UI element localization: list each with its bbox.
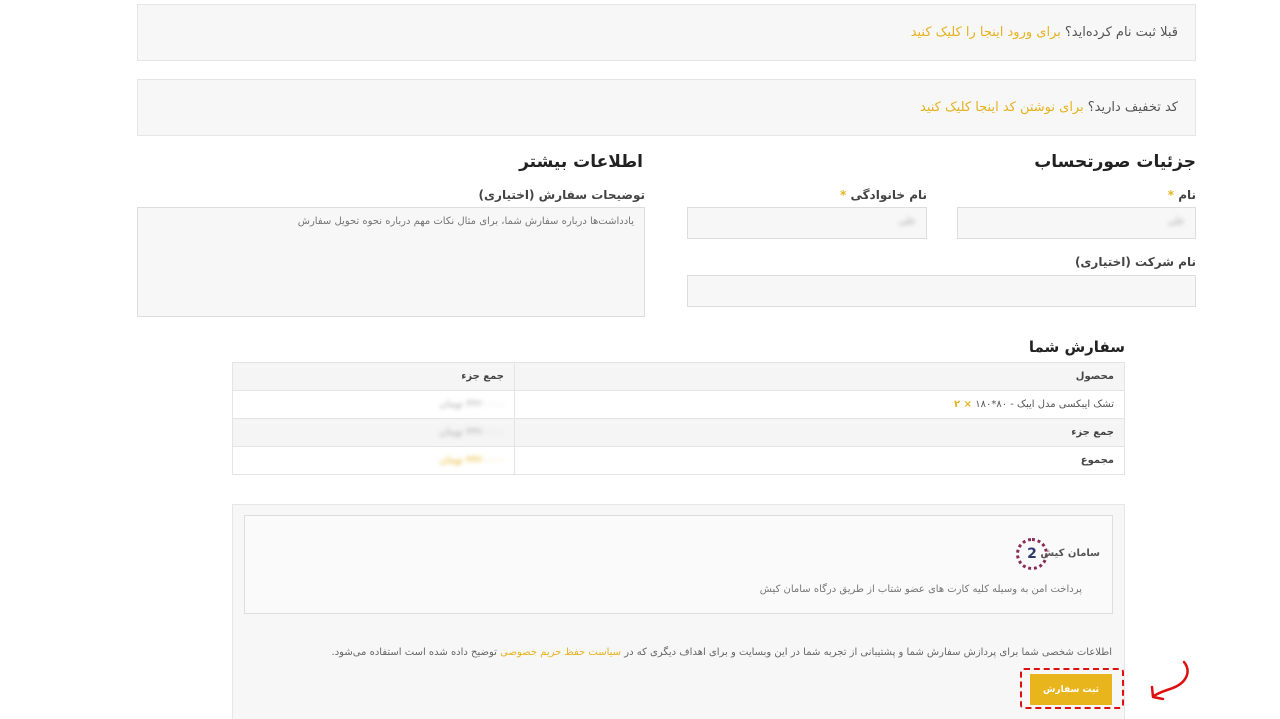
privacy-notice: اطلاعات شخصی شما برای پردازش سفارش شما و…	[332, 647, 1112, 658]
order-table: محصول جمع جزء تشک ایبکسی مدل ایبک - ۸۰*۱…	[232, 362, 1125, 475]
last-name-field[interactable]: علی	[687, 207, 927, 239]
table-row: مجموع ۴۴۲۰۰۰۰ تومان	[232, 446, 1125, 475]
subtotal-header: جمع جزء	[232, 362, 515, 391]
order-notes-label: توضیحات سفارش (اختیاری)	[478, 188, 645, 202]
last-name-value: علی	[898, 216, 916, 227]
order-item-qty: × ۲	[954, 399, 973, 410]
order-item-price-cell: ۴۴۲۰۰۰۰ تومان	[232, 390, 515, 419]
order-item-cell: تشک ایبکسی مدل ایبک - ۸۰*۱۸۰ × ۲	[514, 390, 1125, 419]
company-label: نام شرکت (اختیاری)	[1074, 255, 1196, 269]
first-name-value: علی	[1167, 216, 1185, 227]
coupon-notice: کد تخفیف دارید؟ برای نوشتن کد اینجا کلیک…	[137, 79, 1196, 136]
order-item-price: ۴۴۲۰۰۰۰ تومان	[439, 399, 504, 410]
coupon-link[interactable]: برای نوشتن کد اینجا کلیک کنید	[920, 100, 1084, 115]
total-value: ۴۴۲۰۰۰۰ تومان	[439, 455, 504, 466]
required-mark: *	[1167, 188, 1174, 202]
submit-highlight: ثبت سفارش	[1020, 668, 1124, 709]
login-notice-text: قبلا ثبت نام کرده‌اید؟	[1064, 25, 1178, 40]
additional-info-title: اطلاعات بیشتر	[519, 152, 643, 172]
privacy-policy-link[interactable]: سیاست حفظ حریم خصوصی	[500, 647, 621, 658]
order-notes-textarea[interactable]	[137, 207, 645, 317]
company-field[interactable]	[687, 275, 1196, 307]
order-title: سفارش شما	[1028, 338, 1125, 356]
saman-kish-logo-glyph: 2	[1027, 546, 1037, 562]
table-row: محصول جمع جزء	[232, 362, 1125, 391]
table-row: جمع جزء ۴۴۲۰۰۰۰ تومان	[232, 418, 1125, 447]
login-notice: قبلا ثبت نام کرده‌اید؟ برای ورود اینجا ر…	[137, 4, 1196, 61]
subtotal-label: جمع جزء	[514, 418, 1125, 447]
subtotal-value-cell: ۴۴۲۰۰۰۰ تومان	[232, 418, 515, 447]
login-link[interactable]: برای ورود اینجا را کلیک کنید	[911, 25, 1061, 40]
payment-gateway-option[interactable]: 2 سامان کیش پرداخت امن به وسیله کلیه کار…	[244, 515, 1113, 614]
last-name-label: نام خانوادگی *	[840, 188, 927, 202]
curved-arrow-icon	[1150, 660, 1189, 701]
billing-title: جزئیات صورتحساب	[1034, 152, 1196, 172]
last-name-label-text: نام خانوادگی	[850, 188, 927, 202]
coupon-notice-text: کد تخفیف دارید؟	[1087, 100, 1178, 115]
order-item-name: تشک ایبکسی مدل ایبک - ۸۰*۱۸۰	[975, 399, 1114, 410]
privacy-text-2: توضیح داده شده است استفاده می‌شود.	[331, 647, 497, 658]
subtotal-value: ۴۴۲۰۰۰۰ تومان	[439, 427, 504, 438]
product-header: محصول	[514, 362, 1125, 391]
first-name-label: نام *	[1168, 188, 1196, 202]
total-label: مجموع	[514, 446, 1125, 475]
first-name-label-text: نام	[1178, 188, 1196, 202]
table-row: تشک ایبکسی مدل ایبک - ۸۰*۱۸۰ × ۲ ۴۴۲۰۰۰۰…	[232, 390, 1125, 419]
required-mark: *	[839, 188, 847, 202]
place-order-button[interactable]: ثبت سفارش	[1030, 674, 1112, 705]
privacy-text-1: اطلاعات شخصی شما برای پردازش سفارش شما و…	[624, 647, 1112, 658]
payment-box: 2 سامان کیش پرداخت امن به وسیله کلیه کار…	[232, 504, 1125, 719]
gateway-description: پرداخت امن به وسیله کلیه کارت های عضو شت…	[759, 584, 1082, 595]
first-name-field[interactable]: علی	[957, 207, 1196, 239]
total-value-cell: ۴۴۲۰۰۰۰ تومان	[232, 446, 515, 475]
gateway-name: سامان کیش	[1040, 548, 1100, 559]
